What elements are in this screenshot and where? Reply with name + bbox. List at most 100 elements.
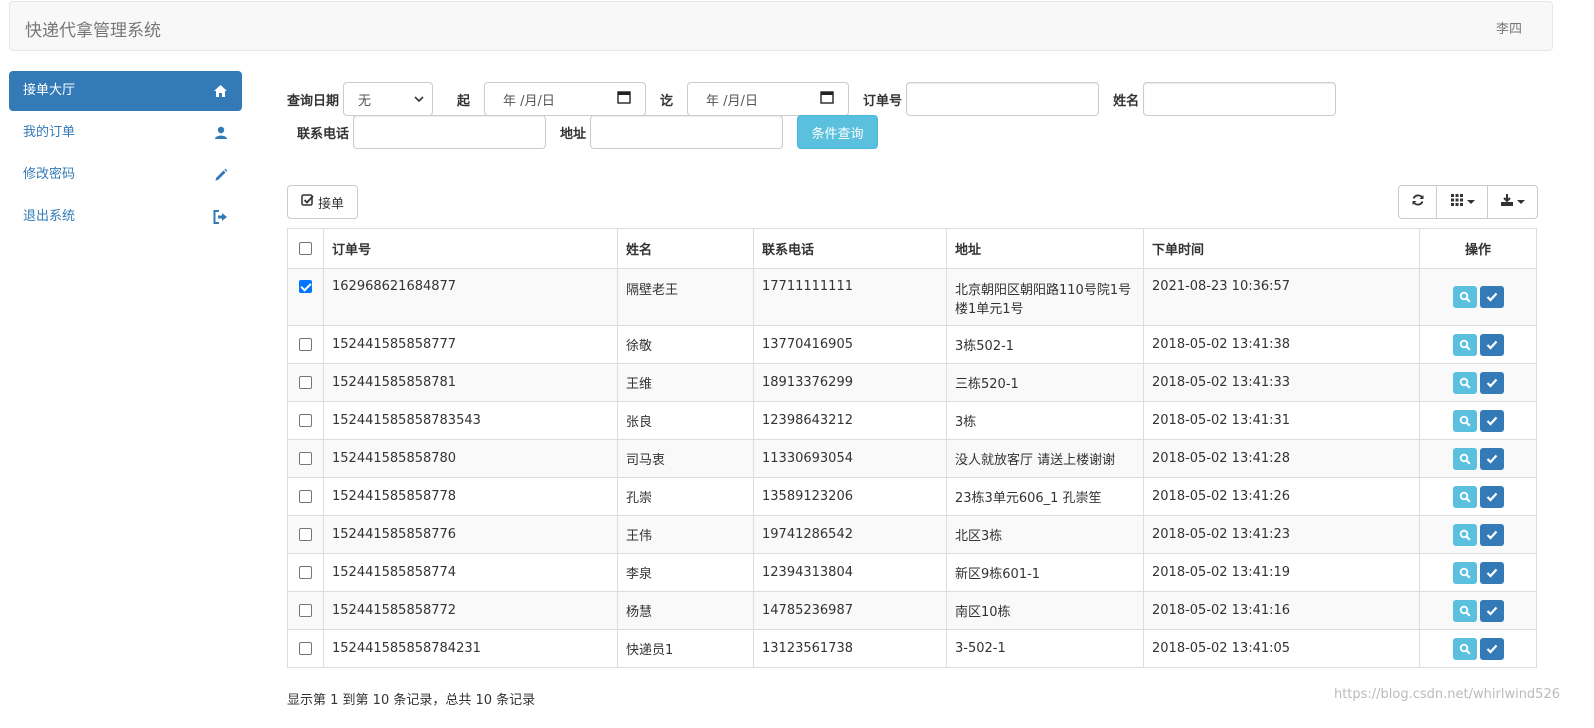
accept-order-button[interactable]: 接单: [287, 185, 358, 219]
to-date-input[interactable]: 年 /月/日: [687, 82, 850, 116]
accept-row-button[interactable]: [1479, 371, 1504, 394]
col-name[interactable]: 姓名: [617, 228, 754, 269]
cell-address: 南区10栋: [946, 591, 1144, 630]
view-button[interactable]: [1452, 523, 1477, 546]
view-button[interactable]: [1452, 599, 1477, 622]
accept-row-button[interactable]: [1479, 561, 1504, 584]
row-checkbox[interactable]: [299, 280, 312, 293]
cell-address: 23栋3单元606_1 孔崇笙: [946, 477, 1144, 516]
view-button[interactable]: [1452, 561, 1477, 584]
pencil-icon: [214, 155, 228, 195]
col-address[interactable]: 地址: [946, 228, 1144, 269]
row-checkbox[interactable]: [299, 566, 312, 579]
phone-input[interactable]: [353, 115, 547, 149]
select-all-checkbox[interactable]: [299, 242, 312, 255]
export-button[interactable]: [1487, 185, 1538, 219]
accept-row-button[interactable]: [1479, 333, 1504, 356]
table-row[interactable]: 152441585858780 司马衷 11330693054 没人就放客厅 请送上楼…: [287, 439, 1537, 478]
cell-time: 2018-05-02 13:41:38: [1143, 325, 1420, 364]
row-checkbox[interactable]: [299, 642, 312, 655]
table-row[interactable]: 152441585858774 李泉 12394313804 新区9栋601-1 201…: [287, 553, 1537, 592]
cell-phone: 12398643212: [753, 401, 947, 440]
order-input[interactable]: [906, 82, 1100, 116]
row-checkbox[interactable]: [299, 528, 312, 541]
row-checkbox[interactable]: [299, 604, 312, 617]
accept-row-button[interactable]: [1479, 286, 1504, 308]
col-phone[interactable]: 联系电话: [753, 228, 947, 269]
cell-order: 152441585858783543: [323, 401, 618, 440]
table-row[interactable]: 152441585858772 杨慧 14785236987 南区10栋 2018-05…: [287, 591, 1537, 630]
row-checkbox[interactable]: [299, 490, 312, 503]
check-icon: [1486, 292, 1497, 302]
view-button[interactable]: [1452, 333, 1477, 356]
user-icon: [214, 113, 228, 153]
accept-row-button[interactable]: [1479, 637, 1504, 660]
query-button[interactable]: 条件查询: [797, 115, 879, 149]
accept-row-button[interactable]: [1479, 409, 1504, 432]
checkbox-icon: [301, 193, 314, 211]
cell-name: 杨慧: [617, 591, 754, 630]
from-date-input[interactable]: 年 /月/日: [484, 82, 647, 116]
accept-order-label: 接单: [317, 196, 344, 212]
row-select-cell: [287, 268, 324, 326]
cell-address: 三栋520-1: [946, 363, 1144, 402]
row-checkbox[interactable]: [299, 452, 312, 465]
table-row[interactable]: 162968621684877 隔壁老王 17711111111 北京朝阳区朝阳路11…: [287, 268, 1537, 326]
view-button[interactable]: [1452, 286, 1477, 308]
table-row[interactable]: 152441585858784231 快递员1 13123561738 3-502-1…: [287, 629, 1537, 668]
row-checkbox[interactable]: [299, 338, 312, 351]
table-row[interactable]: 152441585858783543 张良 12398643212 3栋 2018-05…: [287, 401, 1537, 440]
accept-row-button[interactable]: [1479, 599, 1504, 622]
col-order[interactable]: 订单号: [323, 228, 618, 269]
cell-actions: [1419, 325, 1537, 364]
sidebar-item-change-password[interactable]: 修改密码: [9, 155, 242, 195]
cell-address: 3栋: [946, 401, 1144, 440]
table-row[interactable]: 152441585858776 王伟 19741286542 北区3栋 2018-05-…: [287, 515, 1537, 554]
row-select-cell: [287, 553, 324, 592]
sidebar-item-label: 退出系统: [23, 209, 76, 224]
cell-phone: 17711111111: [753, 268, 947, 326]
refresh-button[interactable]: [1398, 185, 1437, 219]
row-checkbox[interactable]: [299, 414, 312, 427]
col-time[interactable]: 下单时间: [1143, 228, 1420, 269]
chevron-down-icon: [1466, 200, 1475, 204]
row-checkbox[interactable]: [299, 376, 312, 389]
calendar-icon[interactable]: [617, 90, 631, 108]
user-name[interactable]: 李四: [1496, 18, 1522, 37]
search-icon: [1459, 605, 1471, 617]
cell-time: 2018-05-02 13:41:23: [1143, 515, 1420, 554]
date-select[interactable]: 无: [343, 82, 434, 116]
view-button[interactable]: [1452, 485, 1477, 508]
cell-phone: 13770416905: [753, 325, 947, 364]
address-input[interactable]: [590, 115, 784, 149]
view-button[interactable]: [1452, 637, 1477, 660]
search-icon: [1459, 567, 1471, 579]
app-title[interactable]: 快递代拿管理系统: [25, 16, 161, 41]
columns-button[interactable]: [1436, 185, 1488, 219]
check-icon: [1486, 568, 1497, 578]
view-button[interactable]: [1452, 409, 1477, 432]
table-row[interactable]: 152441585858781 王维 18913376299 三栋520-1 2018-…: [287, 363, 1537, 402]
sidebar-item-my-orders[interactable]: 我的订单: [9, 113, 242, 153]
name-input[interactable]: [1143, 82, 1337, 116]
sidebar-item-hall[interactable]: 接单大厅: [9, 71, 242, 111]
calendar-icon[interactable]: [820, 90, 834, 108]
view-button[interactable]: [1452, 371, 1477, 394]
cell-address: 没人就放客厅 请送上楼谢谢: [946, 439, 1144, 478]
col-actions: 操作: [1419, 228, 1537, 269]
accept-row-button[interactable]: [1479, 485, 1504, 508]
accept-row-button[interactable]: [1479, 523, 1504, 546]
cell-time: 2018-05-02 13:41:31: [1143, 401, 1420, 440]
table-row[interactable]: 152441585858778 孔崇 13589123206 23栋3单元606_1 …: [287, 477, 1537, 516]
view-button[interactable]: [1452, 447, 1477, 470]
sidebar-item-logout[interactable]: 退出系统: [9, 197, 242, 237]
cell-order: 152441585858781: [323, 363, 618, 402]
cell-phone: 12394313804: [753, 553, 947, 592]
cell-name: 隔壁老王: [617, 268, 754, 326]
chevron-down-icon: [414, 92, 424, 107]
search-icon: [1459, 291, 1471, 303]
table-row[interactable]: 152441585858777 徐敬 13770416905 3栋502-1 2018-…: [287, 325, 1537, 364]
accept-row-button[interactable]: [1479, 447, 1504, 470]
cell-actions: [1419, 629, 1537, 668]
sidebar-item-label: 修改密码: [23, 167, 76, 182]
